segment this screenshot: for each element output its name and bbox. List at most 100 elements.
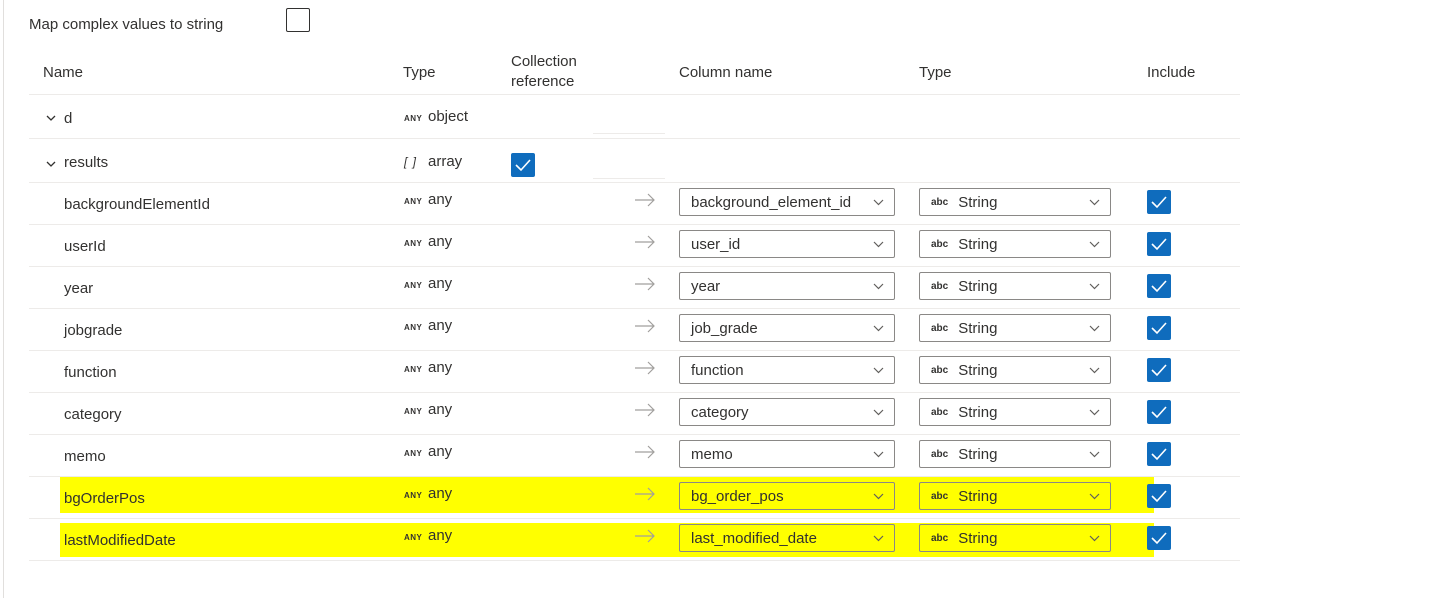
any-type-icon: ANY xyxy=(404,449,423,458)
include-checkbox[interactable] xyxy=(1147,232,1171,256)
include-checkbox[interactable] xyxy=(1147,442,1171,466)
any-type-icon: ANY xyxy=(404,491,423,500)
chevron-down-icon xyxy=(1089,241,1100,248)
column-name-dropdown[interactable]: memo xyxy=(679,440,895,468)
tree-row-type: object xyxy=(428,108,469,125)
chevron-down-icon xyxy=(873,493,884,500)
checkmark-icon xyxy=(1151,364,1167,377)
mapping-row: memo ANY any memo abc String xyxy=(29,435,1240,477)
any-type-icon: ANY xyxy=(404,533,423,542)
column-name-dropdown[interactable]: job_grade xyxy=(679,314,895,342)
chevron-down-icon xyxy=(873,241,884,248)
string-type-icon: abc xyxy=(931,364,949,376)
tree-row-d: d ANY object xyxy=(29,97,1240,139)
chevron-down-icon xyxy=(1089,493,1100,500)
source-field-name: jobgrade xyxy=(64,321,123,339)
arrow-right-icon xyxy=(635,193,655,207)
header-collection-line2: reference xyxy=(511,73,575,90)
chevron-down-icon xyxy=(873,409,884,416)
chevron-down-icon xyxy=(1089,325,1100,332)
arrow-right-icon xyxy=(635,319,655,333)
mapping-row: function ANY any function abc String xyxy=(29,351,1240,393)
include-checkbox[interactable] xyxy=(1147,316,1171,340)
chevron-down-icon[interactable] xyxy=(45,112,57,124)
arrow-right-icon xyxy=(635,403,655,417)
header-collection-line1: Collection xyxy=(511,53,577,70)
include-checkbox[interactable] xyxy=(1147,358,1171,382)
include-checkbox[interactable] xyxy=(1147,190,1171,214)
target-type-dropdown[interactable]: abc String xyxy=(919,524,1111,552)
chevron-down-icon xyxy=(873,283,884,290)
collection-ref-placeholder xyxy=(593,133,665,134)
mapping-row: bgOrderPos ANY any bg_order_pos abc String xyxy=(29,477,1240,519)
column-name-dropdown[interactable]: last_modified_date xyxy=(679,524,895,552)
mapping-row: category ANY any category abc String xyxy=(29,393,1240,435)
checkmark-icon xyxy=(1151,448,1167,461)
column-name-dropdown[interactable]: year xyxy=(679,272,895,300)
target-type-value: String xyxy=(958,361,998,379)
chevron-down-icon xyxy=(873,451,884,458)
tree-row-label: d xyxy=(64,109,73,127)
column-name-dropdown[interactable]: function xyxy=(679,356,895,384)
source-field-type: any xyxy=(428,317,453,334)
column-name-value: last_modified_date xyxy=(691,529,817,547)
checkmark-icon xyxy=(515,159,531,172)
checkmark-icon xyxy=(1151,322,1167,335)
checkmark-icon xyxy=(1151,196,1167,209)
header-type: Type xyxy=(403,64,436,81)
source-field-type: any xyxy=(428,401,453,418)
any-type-icon: ANY xyxy=(404,114,423,123)
string-type-icon: abc xyxy=(931,280,949,292)
chevron-down-icon xyxy=(1089,409,1100,416)
map-complex-checkbox[interactable] xyxy=(286,8,310,32)
target-type-dropdown[interactable]: abc String xyxy=(919,356,1111,384)
collection-reference-checkbox[interactable] xyxy=(511,153,535,177)
checkmark-icon xyxy=(1151,280,1167,293)
target-type-dropdown[interactable]: abc String xyxy=(919,482,1111,510)
string-type-icon: abc xyxy=(931,448,949,460)
string-type-icon: abc xyxy=(931,196,949,208)
header-name: Name xyxy=(43,64,84,81)
target-type-value: String xyxy=(958,403,998,421)
any-type-icon: ANY xyxy=(404,281,423,290)
header-column-name: Column name xyxy=(679,64,773,81)
column-name-dropdown[interactable]: bg_order_pos xyxy=(679,482,895,510)
any-type-icon: ANY xyxy=(404,323,423,332)
target-type-value: String xyxy=(958,277,998,295)
checkmark-icon xyxy=(1151,490,1167,503)
checkmark-icon xyxy=(1151,532,1167,545)
target-type-dropdown[interactable]: abc String xyxy=(919,272,1111,300)
panel-left-border xyxy=(3,0,4,598)
header-include: Include xyxy=(1147,64,1196,81)
column-name-dropdown[interactable]: background_element_id xyxy=(679,188,895,216)
any-type-icon: ANY xyxy=(404,365,423,374)
column-name-dropdown[interactable]: user_id xyxy=(679,230,895,258)
column-name-dropdown[interactable]: category xyxy=(679,398,895,426)
target-type-dropdown[interactable]: abc String xyxy=(919,314,1111,342)
source-field-name: function xyxy=(64,363,117,381)
target-type-value: String xyxy=(958,193,998,211)
include-checkbox[interactable] xyxy=(1147,400,1171,424)
target-type-value: String xyxy=(958,445,998,463)
any-type-icon: ANY xyxy=(404,407,423,416)
column-name-value: memo xyxy=(691,445,733,463)
chevron-down-icon[interactable] xyxy=(45,158,57,170)
target-type-dropdown[interactable]: abc String xyxy=(919,398,1111,426)
arrow-right-icon xyxy=(635,277,655,291)
chevron-down-icon xyxy=(1089,199,1100,206)
row-divider xyxy=(29,560,1240,561)
target-type-value: String xyxy=(958,487,998,505)
include-checkbox[interactable] xyxy=(1147,526,1171,550)
target-type-dropdown[interactable]: abc String xyxy=(919,188,1111,216)
source-field-type: any xyxy=(428,191,453,208)
mapping-row: userId ANY any user_id abc String xyxy=(29,225,1240,267)
include-checkbox[interactable] xyxy=(1147,484,1171,508)
target-type-dropdown[interactable]: abc String xyxy=(919,440,1111,468)
target-type-dropdown[interactable]: abc String xyxy=(919,230,1111,258)
source-field-name: backgroundElementId xyxy=(64,195,210,213)
checkmark-icon xyxy=(1151,238,1167,251)
source-field-type: any xyxy=(428,443,453,460)
include-checkbox[interactable] xyxy=(1147,274,1171,298)
chevron-down-icon xyxy=(873,535,884,542)
tree-row-results: results [ ] array xyxy=(29,141,1240,183)
